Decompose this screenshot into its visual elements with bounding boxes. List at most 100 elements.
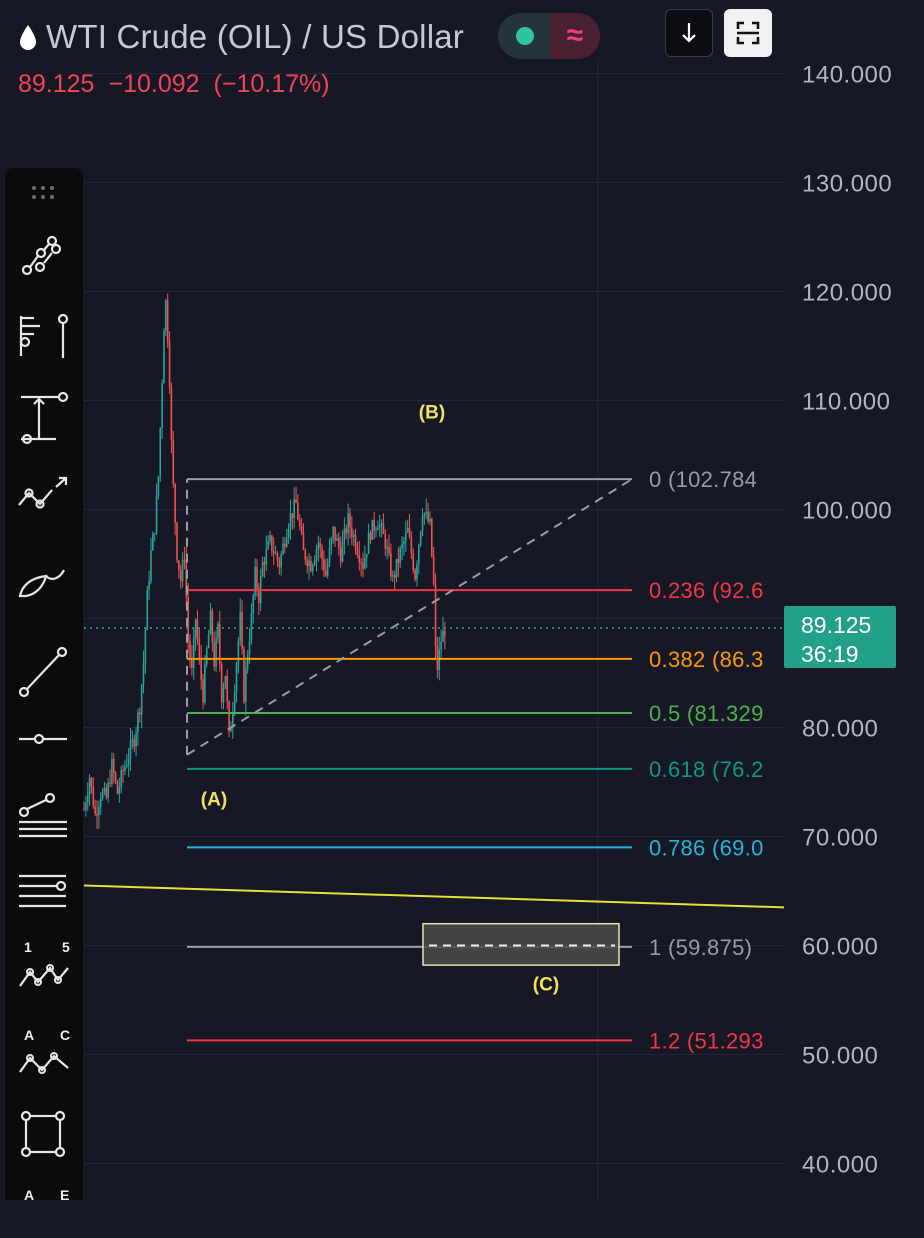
candle-body [224, 675, 227, 689]
candle-body [261, 562, 264, 577]
candle-body [246, 655, 249, 670]
candle-body [332, 526, 335, 539]
candle-body [150, 550, 152, 581]
candle-body [390, 553, 392, 577]
candle-body [211, 610, 214, 643]
fib-level-label: 0.5 (81.329 [649, 701, 764, 726]
candle-body [444, 630, 446, 636]
candle-body [440, 642, 442, 650]
candle-body [232, 712, 234, 727]
candle-body [311, 564, 314, 572]
fib-level-label: 0.236 (92.6 [649, 578, 764, 603]
candle-body [179, 570, 182, 582]
candle-body [418, 544, 420, 565]
candle-body [139, 712, 141, 715]
fib-level-label: 0.618 (76.2 [649, 757, 764, 782]
candle-body [155, 495, 158, 534]
candle-body [172, 439, 175, 484]
candle-body [256, 566, 258, 589]
price-axis-tick: 140.000 [802, 62, 892, 89]
elliott-impulse-icon: 1 5 [19, 939, 70, 987]
current-price-value: 89.125 [801, 612, 871, 638]
candle-body [432, 556, 435, 584]
candle-body [178, 560, 180, 571]
tool-measure[interactable] [5, 364, 83, 445]
candle-body [378, 524, 381, 528]
tool-fib-retracement[interactable] [5, 296, 83, 358]
candle-body [391, 575, 394, 577]
candle-body [367, 533, 370, 555]
symbol-title[interactable]: WTI Crude (OIL) / US Dollar [46, 18, 464, 56]
candle-body [425, 511, 428, 514]
wave-icon: ≈ [550, 13, 600, 59]
candle-body [165, 300, 167, 331]
candle-body [304, 549, 307, 561]
tool-rectangle[interactable] [5, 1104, 83, 1164]
price-axis-tick: 110.000 [802, 389, 890, 416]
tool-path[interactable] [5, 458, 83, 518]
candle-body [118, 787, 121, 794]
price-axis-tick: 130.000 [802, 171, 892, 198]
rectangle-icon [20, 1110, 66, 1158]
candle-body [146, 589, 149, 630]
price-change-line: 89.125 −10.092 (−10.17%) [18, 70, 344, 99]
candle-body [157, 476, 160, 496]
candle-body [284, 543, 286, 547]
tool-horizontal-ray[interactable] [5, 708, 83, 768]
candle-body [323, 559, 325, 571]
candle-body [434, 583, 437, 647]
candle-body [382, 523, 385, 534]
price-axis-tick: 80.000 [802, 716, 878, 743]
tool-abcd-pattern[interactable]: A E [5, 1178, 83, 1238]
tool-parallel-channel[interactable] [5, 788, 83, 848]
candle-body [101, 791, 104, 799]
fib-retracement-icon [19, 313, 69, 358]
candle-body [194, 619, 197, 638]
drawing-toolbar: 1 5 A C A E [5, 168, 83, 1203]
fullscreen-icon [736, 21, 760, 45]
candle-body [116, 781, 119, 794]
candle-body [276, 553, 279, 561]
candle-body [300, 526, 303, 534]
candle-body [111, 758, 113, 784]
tool-elliott-impulse[interactable]: 1 5 [5, 938, 83, 998]
candle-body [220, 663, 223, 703]
tool-elliott-correction[interactable]: A C [5, 1018, 83, 1078]
candle-body [369, 533, 372, 540]
download-button[interactable] [665, 9, 713, 57]
candle-body [189, 641, 191, 659]
price-chart[interactable]: 0 (102.784 0.236 (92.6 0.382 (86.3 0.5 (81.… [0, 0, 924, 1200]
status-pill[interactable]: ≈ [498, 13, 600, 59]
candle-body [205, 648, 208, 665]
fullscreen-button[interactable] [724, 9, 772, 57]
candle-body [375, 529, 377, 531]
drag-handle-icon[interactable] [30, 184, 60, 204]
abcd-pattern-icon: A E [24, 1187, 69, 1203]
candle-body [351, 527, 353, 538]
candle-body [125, 764, 128, 767]
candle-body [267, 541, 269, 549]
tool-trend-line[interactable] [5, 228, 83, 288]
candle-body [410, 537, 413, 554]
oil-drop-icon [20, 25, 36, 50]
candle-body [226, 675, 229, 702]
chart-canvas[interactable]: 0 (102.784 0.236 (92.6 0.382 (86.3 0.5 (81.… [0, 0, 924, 1200]
fib-level-label: 1 (59.875) [649, 935, 752, 960]
tool-horizontal-lines[interactable] [5, 858, 83, 918]
candle-body [85, 802, 87, 810]
price-axis-tick: 70.000 [802, 825, 878, 852]
candle-body [349, 513, 351, 528]
candle-body [161, 383, 163, 428]
candle-body [295, 499, 297, 503]
price-axis: 140.000 130.000 120.000 110.000 100.000 80.00… [784, 62, 896, 1179]
tool-ray-line[interactable] [5, 638, 83, 698]
candle-body [272, 551, 275, 554]
candle-body [397, 558, 400, 564]
bar-countdown: 36:19 [801, 641, 859, 667]
candle-body [114, 772, 117, 782]
candle-body [297, 502, 299, 520]
candle-body [414, 570, 416, 580]
candle-body [245, 669, 247, 703]
candle-body [133, 739, 136, 747]
tool-brush[interactable] [5, 548, 83, 608]
